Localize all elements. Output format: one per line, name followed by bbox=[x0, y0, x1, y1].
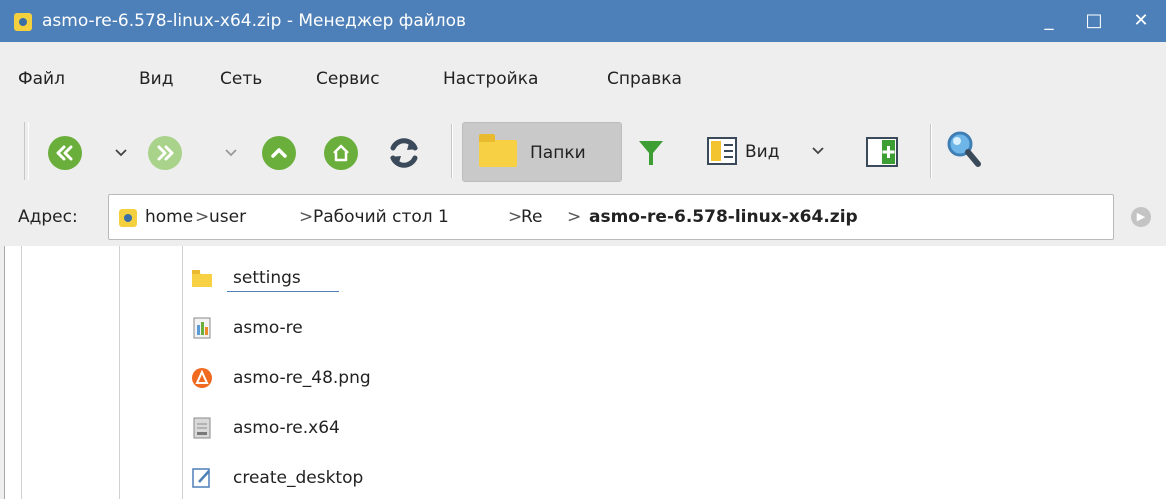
crumb-user[interactable]: user bbox=[209, 205, 246, 229]
selection-underline bbox=[227, 291, 339, 292]
binary-icon bbox=[193, 417, 211, 439]
view-chevron-icon[interactable] bbox=[811, 141, 825, 161]
folders-label: Папки bbox=[530, 143, 586, 163]
file-name: create_desktop bbox=[233, 468, 364, 488]
tree-guide bbox=[119, 246, 120, 499]
go-icon[interactable]: ▶ bbox=[1131, 207, 1151, 227]
executable-icon bbox=[193, 317, 211, 339]
maximize-button[interactable]: □ bbox=[1079, 6, 1109, 36]
folder-icon bbox=[192, 270, 212, 287]
toolbar: Папки Вид bbox=[0, 112, 1166, 188]
folders-button[interactable]: Папки bbox=[462, 122, 622, 182]
menu-view[interactable]: Вид bbox=[139, 64, 173, 94]
back-history-chevron-icon[interactable] bbox=[114, 143, 128, 163]
search-icon[interactable] bbox=[946, 130, 982, 170]
file-list: settings asmo-re asmo-re_48.png asmo-re.… bbox=[4, 246, 1166, 499]
file-name: asmo-re bbox=[233, 318, 303, 338]
file-name: settings bbox=[233, 268, 301, 288]
filter-icon[interactable] bbox=[636, 138, 666, 168]
crumb-re[interactable]: Re bbox=[521, 205, 543, 229]
forward-history-chevron-icon[interactable] bbox=[224, 143, 238, 163]
archive-icon bbox=[119, 209, 137, 227]
address-field[interactable]: home > user > Рабочий стол 1 > Re > asmo… bbox=[108, 194, 1114, 240]
address-bar: Адрес: home > user > Рабочий стол 1 > Re… bbox=[0, 192, 1166, 242]
menu-file[interactable]: Файл bbox=[18, 64, 65, 94]
menu-settings[interactable]: Настройка bbox=[443, 64, 538, 94]
refresh-icon[interactable] bbox=[385, 134, 423, 172]
image-icon bbox=[192, 368, 212, 388]
menu-bar: Файл Вид Сеть Сервис Настройка Справка bbox=[0, 64, 1166, 94]
up-icon[interactable] bbox=[262, 136, 296, 170]
tree-guide bbox=[182, 246, 183, 499]
crumb-separator: > bbox=[195, 207, 210, 227]
view-label: Вид bbox=[745, 142, 780, 162]
menu-network[interactable]: Сеть bbox=[220, 64, 262, 94]
close-button[interactable]: ✕ bbox=[1126, 6, 1156, 36]
address-label: Адрес: bbox=[18, 207, 78, 227]
toolbar-separator bbox=[930, 124, 931, 178]
crumb-home[interactable]: home bbox=[145, 205, 193, 229]
toolbar-separator bbox=[451, 124, 452, 178]
window-title: asmo-re-6.578-linux-x64.zip - Менеджер ф… bbox=[42, 11, 467, 31]
home-icon[interactable] bbox=[324, 136, 358, 170]
title-bar: asmo-re-6.578-linux-x64.zip - Менеджер ф… bbox=[0, 0, 1166, 42]
script-icon bbox=[192, 468, 210, 488]
crumb-desktop[interactable]: Рабочий стол 1 bbox=[313, 205, 449, 229]
file-name: asmo-re.x64 bbox=[233, 418, 340, 438]
menu-service[interactable]: Сервис bbox=[316, 64, 380, 94]
minimize-button[interactable]: _ bbox=[1034, 6, 1064, 36]
back-icon[interactable] bbox=[48, 136, 82, 170]
toolbar-grip[interactable] bbox=[24, 122, 29, 180]
view-button[interactable]: Вид bbox=[707, 133, 827, 171]
panel-icon[interactable] bbox=[866, 137, 898, 167]
view-icon bbox=[707, 137, 737, 165]
app-icon bbox=[14, 13, 32, 31]
file-name: asmo-re_48.png bbox=[233, 368, 371, 388]
folders-icon bbox=[479, 134, 517, 167]
crumb-separator: > bbox=[567, 207, 582, 227]
tree-guide bbox=[21, 246, 22, 499]
crumb-current[interactable]: asmo-re-6.578-linux-x64.zip bbox=[589, 205, 858, 229]
forward-icon[interactable] bbox=[148, 136, 182, 170]
crumb-separator: > bbox=[299, 207, 314, 227]
menu-help[interactable]: Справка bbox=[607, 64, 682, 94]
